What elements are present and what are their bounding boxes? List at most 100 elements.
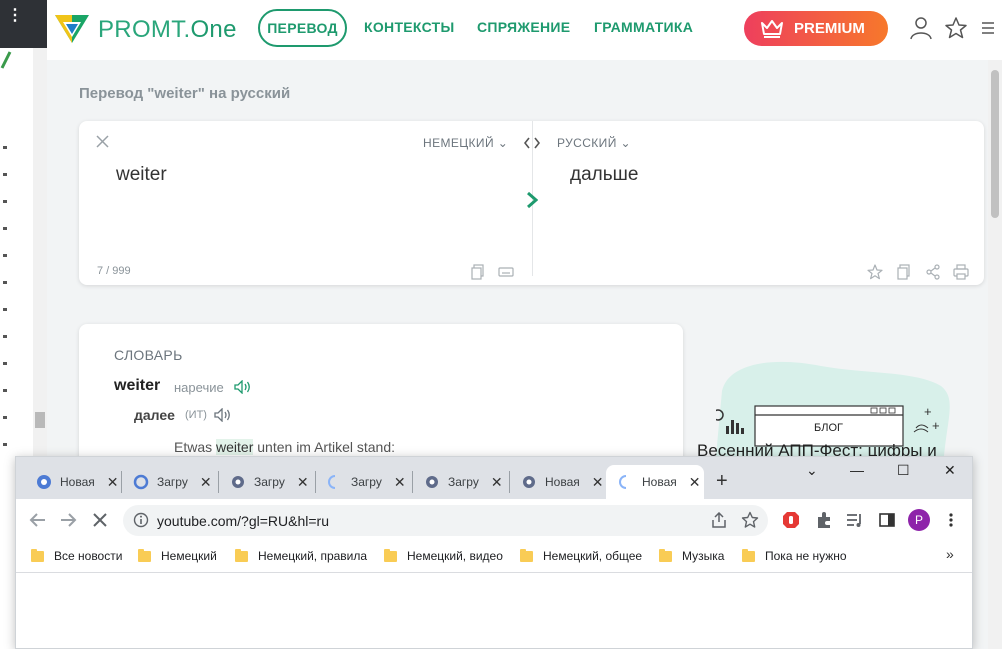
kebab-menu-icon[interactable]: ⋮ (7, 8, 23, 24)
green-mark-icon (0, 51, 12, 69)
browser-tab[interactable]: Новая ✕ (509, 465, 606, 499)
star-icon[interactable] (944, 16, 968, 40)
bookmark-folder[interactable]: Немецкий (138, 547, 217, 565)
close-tab-icon[interactable]: ✕ (200, 474, 212, 491)
minimize-icon[interactable]: — (850, 462, 864, 478)
keyboard-icon[interactable] (498, 264, 514, 280)
promt-logo-icon[interactable] (55, 13, 89, 45)
url-text[interactable]: youtube.com/?gl=RU&hl=ru (157, 513, 329, 529)
bookmark-star-icon[interactable] (741, 511, 759, 529)
close-tab-icon[interactable]: ✕ (394, 474, 406, 491)
chrome-icon (232, 476, 244, 488)
tab-title: Загру (448, 475, 479, 489)
chrome-icon (37, 475, 51, 489)
chrome-icon (426, 476, 438, 488)
page-title: Перевод "weiter" на русский (79, 85, 291, 102)
target-language-select[interactable]: РУССКИЙ ⌄ (557, 136, 631, 150)
close-tab-icon[interactable]: ✕ (592, 474, 604, 491)
list-marker (3, 200, 7, 203)
browser-tab[interactable]: Загру ✕ (315, 465, 412, 499)
stop-loading-icon[interactable] (92, 512, 108, 528)
back-icon[interactable] (28, 512, 46, 528)
blog-badge: БЛОГ (814, 422, 843, 434)
new-tab-button[interactable]: + (716, 470, 728, 493)
tab-title: Новая (642, 475, 677, 489)
print-icon[interactable] (953, 264, 969, 280)
menu-icon[interactable] (980, 16, 994, 40)
bookmark-folder[interactable]: Немецкий, видео (384, 547, 503, 565)
extensions-icon[interactable] (815, 511, 833, 529)
list-marker (3, 173, 7, 176)
usage-example: Etwas weiter unten im Artikel stand: (174, 439, 396, 455)
user-icon[interactable] (909, 16, 933, 40)
part-of-speech: наречие (174, 380, 224, 395)
browser-menu-icon[interactable] (946, 511, 956, 529)
copy-translation-icon[interactable] (896, 264, 912, 280)
close-icon[interactable] (95, 134, 110, 149)
list-marker (3, 443, 7, 446)
share-page-icon[interactable] (710, 512, 728, 528)
character-counter: 7 / 999 (97, 265, 131, 277)
tab-title: Новая (545, 475, 580, 489)
loading-icon (619, 475, 627, 489)
crown-icon (761, 20, 783, 38)
more-bookmarks-icon[interactable]: » (946, 546, 954, 562)
premium-button[interactable]: PREMIUM (744, 11, 888, 46)
window-close-icon[interactable]: ✕ (944, 462, 956, 479)
folder-icon (520, 548, 533, 562)
site-info-icon[interactable] (133, 512, 149, 528)
list-marker (3, 146, 7, 149)
bookmark-folder[interactable]: Музыка (659, 547, 724, 565)
source-text-input[interactable]: weiter (116, 164, 167, 186)
close-tab-icon[interactable]: ✕ (107, 474, 119, 491)
list-marker (3, 308, 7, 311)
tab-search-icon[interactable]: ⌄ (806, 462, 818, 479)
close-tab-icon[interactable]: ✕ (491, 474, 503, 491)
nav-contexts[interactable]: КОНТЕКСТЫ (364, 19, 455, 35)
tab-title: Загру (254, 475, 285, 489)
page-scrollbar-thumb[interactable] (991, 70, 999, 218)
bookmark-folder[interactable]: Пока не нужно (742, 547, 847, 565)
share-icon[interactable] (925, 264, 941, 280)
nav-conjugation[interactable]: СПРЯЖЕНИЕ (477, 19, 570, 35)
folder-icon (31, 548, 44, 562)
translation-output: дальше (570, 164, 639, 185)
browser-tab[interactable]: Загру ✕ (121, 465, 218, 499)
side-panel-icon[interactable] (878, 511, 896, 529)
loading-icon (328, 475, 336, 489)
forward-icon[interactable] (60, 512, 78, 528)
browser-tab[interactable]: Загру ✕ (218, 465, 315, 499)
close-tab-icon[interactable]: ✕ (297, 474, 309, 491)
chevron-down-icon: ⌄ (620, 136, 631, 150)
adblock-icon[interactable] (782, 511, 800, 529)
translate-arrow-icon[interactable] (526, 191, 538, 209)
chrome-icon (523, 476, 535, 488)
speaker-icon[interactable] (214, 408, 232, 422)
logo-text[interactable]: PROMT.One (98, 16, 237, 44)
list-marker (3, 416, 7, 419)
nav-grammar[interactable]: ГРАММАТИКА (594, 19, 693, 35)
bookmark-folder[interactable]: Все новости (31, 547, 122, 565)
list-marker (3, 254, 7, 257)
nav-translate[interactable]: ПЕРЕВОД (258, 9, 347, 47)
bookmark-folder[interactable]: Немецкий, правила (235, 547, 367, 565)
close-tab-icon[interactable]: ✕ (689, 474, 701, 491)
bookmark-folder[interactable]: Немецкий, общее (520, 547, 642, 565)
browser-tab[interactable]: Загру ✕ (412, 465, 509, 499)
chrome-icon (133, 474, 149, 490)
folder-icon (384, 548, 397, 562)
speaker-icon[interactable] (234, 380, 252, 394)
folder-icon (235, 548, 248, 562)
maximize-icon[interactable]: ☐ (897, 462, 910, 479)
browser-tab-active[interactable]: Новая ✕ (606, 465, 704, 499)
list-marker (3, 389, 7, 392)
tab-title: Загру (157, 475, 188, 489)
copy-icon[interactable] (470, 264, 486, 280)
browser-tab[interactable]: Новая ✕ (24, 465, 120, 499)
profile-avatar[interactable]: P (908, 509, 930, 531)
source-language-select[interactable]: НЕМЕЦКИЙ ⌄ (423, 136, 508, 150)
left-scrollbar-thumb[interactable] (35, 412, 45, 428)
media-control-icon[interactable] (846, 511, 864, 529)
swap-languages-icon[interactable] (524, 137, 540, 149)
favorite-star-icon[interactable] (867, 264, 883, 280)
